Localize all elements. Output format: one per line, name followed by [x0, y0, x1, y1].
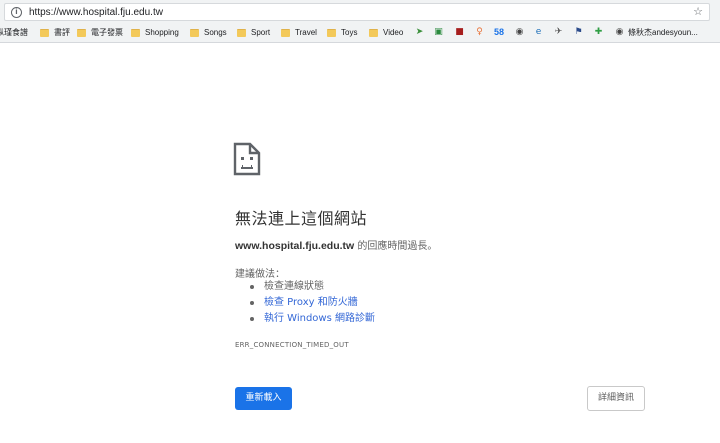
bulb-icon[interactable]: ♀ [474, 27, 485, 38]
suggestion-link-proxy[interactable]: 檢查 Proxy 和防火牆 [250, 295, 375, 311]
bookmark-folder-songs[interactable]: Songs [190, 26, 227, 40]
bookmark-folder-sport[interactable]: Sport [237, 26, 270, 40]
bookmark-site[interactable]: 條秋杰andesyoun... [628, 26, 698, 40]
star-icon[interactable]: ☆ [693, 5, 703, 18]
bookmark-label: Travel [295, 28, 317, 37]
info-icon[interactable]: i [11, 7, 22, 18]
send-icon[interactable]: ➤ [414, 27, 425, 38]
suggestion-text[interactable]: 執行 Windows 網路診斷 [264, 313, 375, 324]
badge-58-icon[interactable]: 58 [492, 27, 506, 38]
folder-icon [40, 29, 49, 37]
bookmark-label: Toys [341, 28, 358, 37]
bullet [250, 301, 254, 305]
bullet [250, 285, 254, 289]
address-bar[interactable]: i https://www.hospital.fju.edu.tw ☆ [4, 3, 710, 21]
folder-icon [237, 29, 246, 37]
bookmark-folder-video[interactable]: Video [369, 26, 403, 40]
bookmark-folder-toys[interactable]: Toys [327, 26, 357, 40]
bookmark-label: Songs [204, 28, 227, 37]
error-host: www.hospital.fju.edu.tw [235, 240, 355, 252]
suggestions-label: 建議做法： [235, 269, 285, 280]
sad-page-icon [233, 142, 261, 176]
suggestion-link-diagnostics[interactable]: 執行 Windows 網路診斷 [250, 311, 375, 327]
suggestion-item: 檢查連線狀態 [250, 279, 375, 295]
bookmark-folder-shopping[interactable]: Shopping [131, 26, 179, 40]
folder-icon [327, 29, 336, 37]
red-square-icon[interactable]: ■ [454, 27, 465, 38]
bookmark-folder-books[interactable]: 書評 [40, 26, 70, 40]
details-button[interactable]: 詳細資訊 [587, 386, 645, 411]
bookmark-label: Sport [251, 28, 271, 37]
green-image-icon[interactable]: ▣ [433, 27, 444, 38]
bookmarks-bar: 纵瑾食譜 書評 電子發票 Shopping Songs Sport Travel… [0, 24, 720, 43]
folder-icon [369, 29, 378, 37]
folder-icon [77, 29, 86, 37]
error-description: www.hospital.fju.edu.tw 的回應時間過長。 [235, 237, 437, 252]
bookmark-label: 電子發票 [91, 28, 123, 37]
bookmark-label: Video [383, 28, 404, 37]
url-text[interactable]: https://www.hospital.fju.edu.tw [29, 6, 163, 19]
bookmark-label: 纵瑾食譜 [0, 28, 28, 37]
error-code: ERR_CONNECTION_TIMED_OUT [235, 341, 349, 349]
bookmark-label: Shopping [145, 28, 179, 37]
globe-icon[interactable]: ◉ [514, 27, 525, 38]
bookmark-label: 條秋杰andesyoun... [628, 28, 698, 37]
bookmark-label: 書評 [54, 28, 70, 37]
runner-icon[interactable]: ⚑ [573, 27, 584, 38]
bird-icon[interactable]: ✈ [553, 27, 564, 38]
bullet [250, 317, 254, 321]
edge-icon[interactable]: e [533, 27, 544, 38]
green-cross-icon[interactable]: ✚ [593, 27, 604, 38]
bookmark-item[interactable]: 纵瑾食譜 [0, 26, 28, 40]
folder-icon [131, 29, 140, 37]
error-desc-suffix: 的回應時間過長。 [354, 241, 438, 252]
site-globe-icon[interactable]: ◉ [614, 27, 625, 38]
folder-icon [281, 29, 290, 37]
bookmark-folder-invoice[interactable]: 電子發票 [77, 26, 123, 40]
folder-icon [190, 29, 199, 37]
address-bar-row: i https://www.hospital.fju.edu.tw ☆ [0, 0, 720, 24]
suggestion-text[interactable]: 檢查 Proxy 和防火牆 [264, 297, 358, 308]
suggestions-list: 檢查連線狀態 檢查 Proxy 和防火牆 執行 Windows 網路診斷 [250, 279, 375, 327]
error-title: 無法連上這個網站 [235, 209, 368, 228]
suggestion-text: 檢查連線狀態 [264, 281, 324, 292]
bookmark-folder-travel[interactable]: Travel [281, 26, 317, 40]
reload-button[interactable]: 重新載入 [235, 387, 292, 410]
